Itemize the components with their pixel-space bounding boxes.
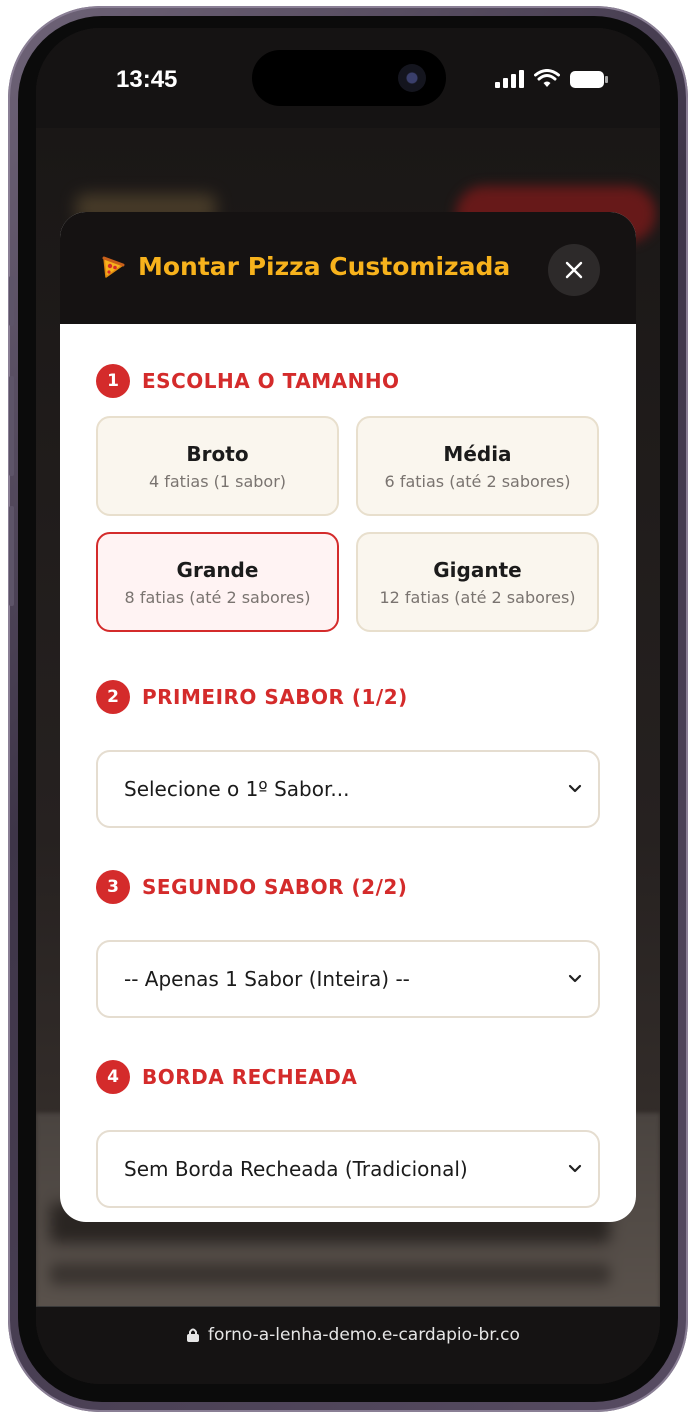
step-crust: 4 BORDA RECHEADA xyxy=(96,1060,600,1094)
size-options: Broto 4 fatias (1 sabor) Média 6 fatias … xyxy=(96,416,600,632)
select-value: Sem Borda Recheada (Tradicional) xyxy=(124,1157,468,1181)
signal-icon xyxy=(495,70,524,88)
step-number: 1 xyxy=(96,364,130,398)
camera-icon xyxy=(398,64,426,92)
first-flavor-select[interactable]: Selecione o 1º Sabor... xyxy=(96,750,600,828)
screen: 13:45 Montar Pizza Customizada 1 ESCOLHA… xyxy=(36,28,660,1384)
size-name: Média xyxy=(443,441,512,466)
step-label: PRIMEIRO SABOR (1/2) xyxy=(142,685,408,709)
custom-pizza-modal: Montar Pizza Customizada 1 ESCOLHA O TAM… xyxy=(60,212,636,1222)
modal-body: 1 ESCOLHA O TAMANHO Broto 4 fatias (1 sa… xyxy=(60,324,636,1222)
crust-select[interactable]: Sem Borda Recheada (Tradicional) xyxy=(96,1130,600,1208)
status-icons xyxy=(495,68,608,90)
lock-icon xyxy=(187,1328,199,1342)
wifi-icon xyxy=(534,69,560,87)
size-option-gigante[interactable]: Gigante 12 fatias (até 2 sabores) xyxy=(356,532,599,632)
size-option-grande[interactable]: Grande 8 fatias (até 2 sabores) xyxy=(96,532,339,632)
pizza-slice-icon xyxy=(102,256,125,278)
step-label: SEGUNDO SABOR (2/2) xyxy=(142,875,408,899)
size-name: Gigante xyxy=(433,557,522,582)
size-option-media[interactable]: Média 6 fatias (até 2 sabores) xyxy=(356,416,599,516)
size-name: Grande xyxy=(176,557,259,582)
size-desc: 4 fatias (1 sabor) xyxy=(148,471,287,491)
mute-switch xyxy=(9,276,14,326)
step-size: 1 ESCOLHA O TAMANHO xyxy=(96,364,600,398)
browser-url-bar[interactable]: forno-a-lenha-demo.e-cardapio-br.co xyxy=(36,1306,660,1384)
dynamic-island xyxy=(252,50,446,106)
status-bar: 13:45 xyxy=(36,28,660,128)
size-name: Broto xyxy=(186,441,249,466)
step-number: 4 xyxy=(96,1060,130,1094)
second-flavor-select[interactable]: -- Apenas 1 Sabor (Inteira) -- xyxy=(96,940,600,1018)
step-first-flavor: 2 PRIMEIRO SABOR (1/2) xyxy=(96,680,600,714)
step-label: ESCOLHA O TAMANHO xyxy=(142,369,400,393)
status-time: 13:45 xyxy=(116,66,178,93)
step-second-flavor: 3 SEGUNDO SABOR (2/2) xyxy=(96,870,600,904)
battery-icon xyxy=(570,70,608,88)
volume-down-button xyxy=(9,506,14,606)
url-wrap: forno-a-lenha-demo.e-cardapio-br.co xyxy=(186,1325,526,1345)
chevron-down-icon xyxy=(568,974,582,983)
url-text: forno-a-lenha-demo.e-cardapio-br.co xyxy=(208,1325,520,1345)
close-button[interactable] xyxy=(548,244,600,296)
select-value: -- Apenas 1 Sabor (Inteira) -- xyxy=(124,967,410,991)
chevron-down-icon xyxy=(568,784,582,793)
size-option-broto[interactable]: Broto 4 fatias (1 sabor) xyxy=(96,416,339,516)
step-number: 2 xyxy=(96,680,130,714)
step-number: 3 xyxy=(96,870,130,904)
modal-title-wrap: Montar Pizza Customizada xyxy=(100,252,510,281)
size-desc: 8 fatias (até 2 sabores) xyxy=(124,587,311,607)
chevron-down-icon xyxy=(568,1164,582,1173)
close-icon xyxy=(565,261,583,279)
volume-up-button xyxy=(9,376,14,476)
modal-header: Montar Pizza Customizada xyxy=(60,212,636,324)
step-label: BORDA RECHEADA xyxy=(142,1065,358,1089)
select-value: Selecione o 1º Sabor... xyxy=(124,777,350,801)
size-desc: 6 fatias (até 2 sabores) xyxy=(384,471,571,491)
size-desc: 12 fatias (até 2 sabores) xyxy=(379,587,576,607)
modal-title: Montar Pizza Customizada xyxy=(138,252,511,281)
